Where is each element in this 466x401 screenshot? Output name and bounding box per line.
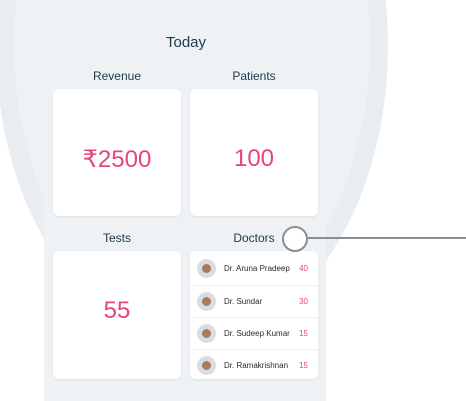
doctor-count: 15 [299,329,308,338]
tests-label: Tests [102,231,131,245]
list-item[interactable]: Dr. Aruna Pradeep 40 [190,253,318,284]
doctor-count: 15 [299,361,308,370]
revenue-card[interactable]: ₹2500 [53,89,181,216]
list-item[interactable]: Dr. Sundar 30 [190,285,318,317]
doctors-card: Dr. Aruna Pradeep 40 Dr. Sundar 30 Dr. S… [190,251,318,379]
avatar [197,259,216,278]
avatar [197,356,216,375]
patients-label: Patients [232,69,276,83]
doctor-name: Dr. Ramakrishnan [224,361,289,370]
avatar [197,292,216,311]
tests-value: 55 [103,297,131,324]
doctor-count: 40 [299,264,308,273]
doctor-name: Dr. Aruna Pradeep [224,264,290,273]
doctor-name: Dr. Sudeep Kumar [224,329,290,338]
tests-card[interactable]: 55 [53,251,181,379]
patients-value: 100 [233,145,275,172]
callout-line [308,237,466,239]
callout-marker [282,226,308,252]
revenue-label: Revenue [92,69,142,83]
revenue-value: ₹2500 [82,146,152,173]
page-title: Today [165,34,207,51]
patients-card[interactable]: 100 [190,89,318,216]
doctor-name: Dr. Sundar [224,297,263,306]
avatar [197,324,216,343]
list-item[interactable]: Dr. Sudeep Kumar 15 [190,317,318,349]
doctor-count: 30 [299,297,308,306]
list-item[interactable]: Dr. Ramakrishnan 15 [190,349,318,379]
